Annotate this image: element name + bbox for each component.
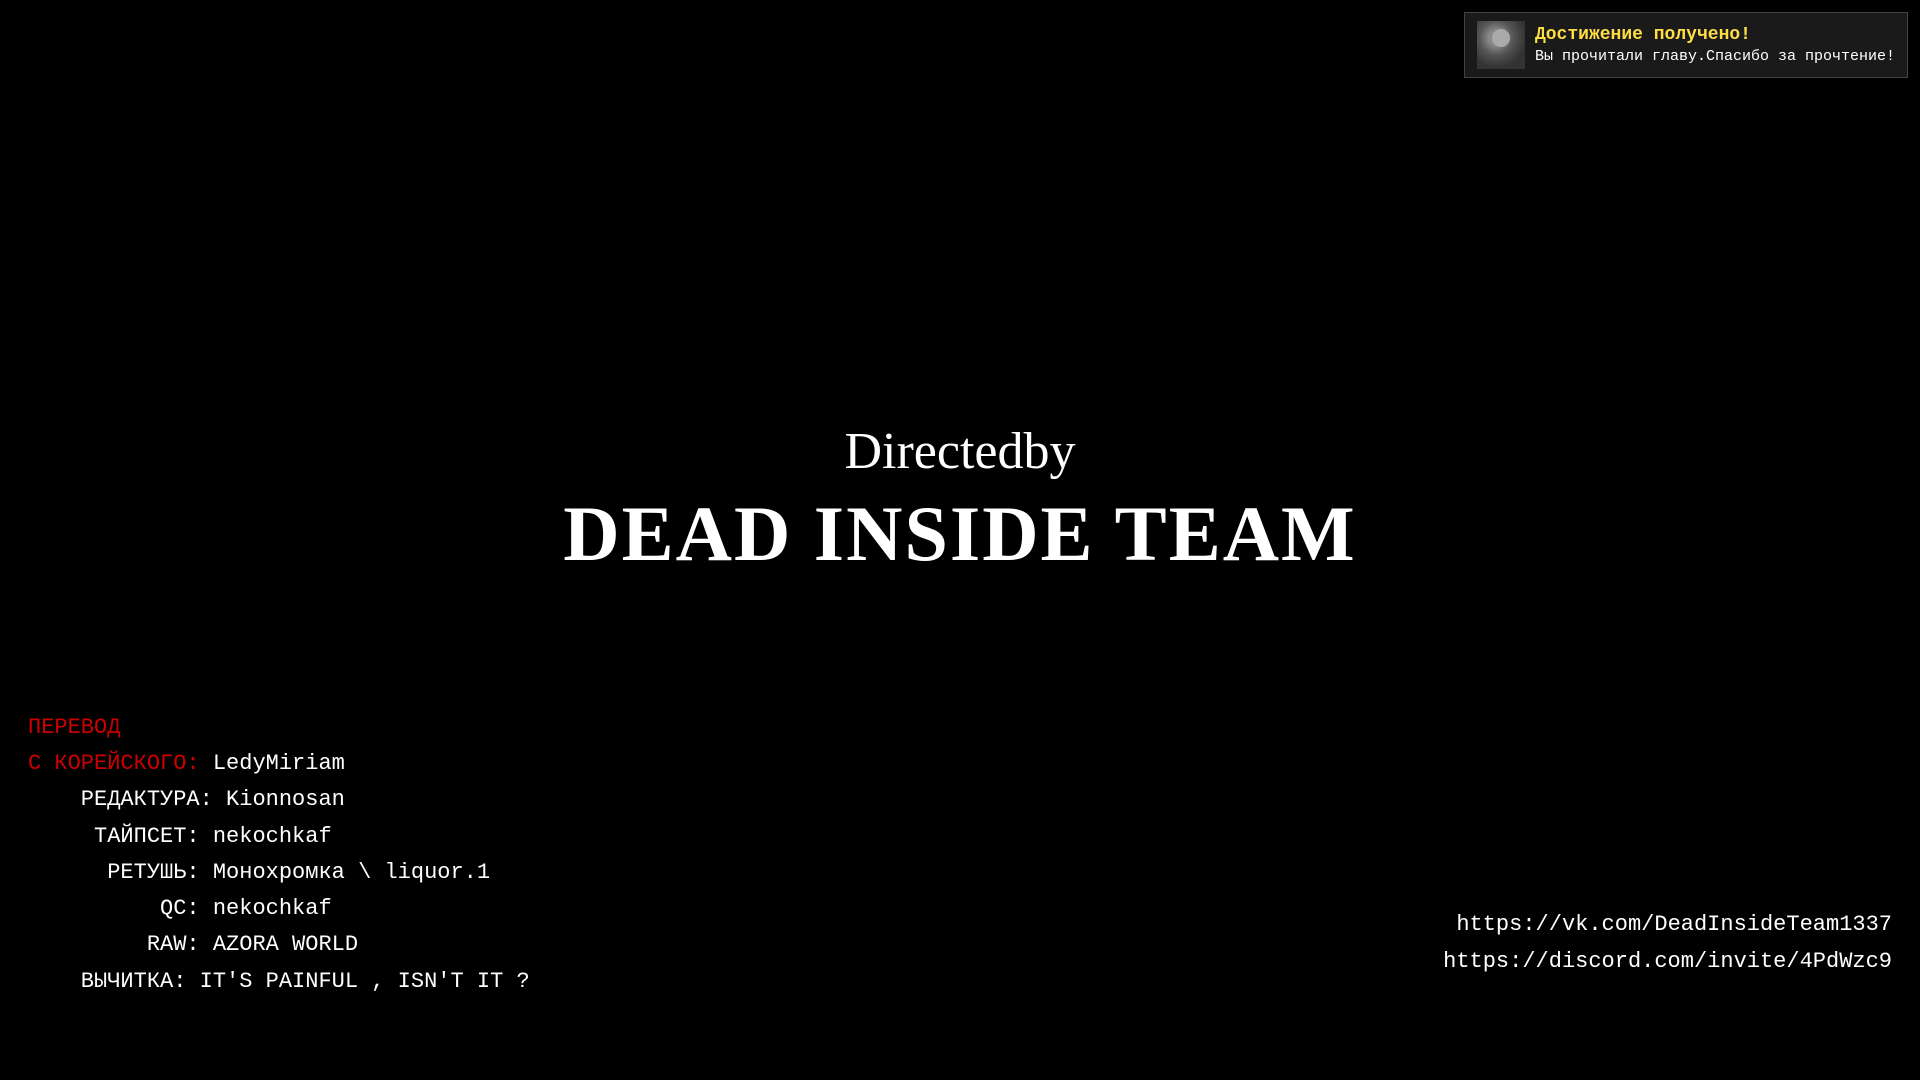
credits-label-korean: С КОРЕЙСКОГО: [28,751,200,776]
credits-value-raw: AZORA WORLD [200,932,358,957]
directed-by-section: Directedby DEAD INSIDE TEAM [563,422,1356,579]
credits-value-typeset: nekochkaf [200,824,332,849]
team-name: DEAD INSIDE TEAM [563,489,1356,579]
credits-line-6: RAW: AZORA WORLD [28,927,530,963]
discord-link: https://discord.com/invite/4PdWzc9 [1443,944,1892,980]
credits-line-1: С КОРЕЙСКОГО: LedyMiriam [28,746,530,782]
credits-line-2: РЕДАКТУРА: Kionnosan [28,782,530,818]
credits-line-7: ВЫЧИТКА: IT'S PAINFUL , ISN'T IT ? [28,964,530,1000]
credits-section: ПЕРЕВОД С КОРЕЙСКОГО: LedyMiriam РЕДАКТУ… [28,710,530,1000]
credits-header: ПЕРЕВОД [28,710,530,746]
credits-value-proofreader: IT'S PAINFUL , ISN'T IT ? [186,969,529,994]
credits-line-3: ТАЙПСЕТ: nekochkaf [28,819,530,855]
credits-value-retouch: Монохромка \ liquor.1 [200,860,490,885]
credits-value-korean: LedyMiriam [200,751,345,776]
vk-link: https://vk.com/DeadInsideTeam1337 [1443,907,1892,943]
credits-line-4: РЕТУШЬ: Монохромка \ liquor.1 [28,855,530,891]
credits-value-editor: Kionnosan [213,787,345,812]
credits-line-5: QC: nekochkaf [28,891,530,927]
social-links: https://vk.com/DeadInsideTeam1337 https:… [1443,907,1892,980]
credits-value-qc: nekochkaf [200,896,332,921]
directed-by-label: Directedby [563,422,1356,481]
